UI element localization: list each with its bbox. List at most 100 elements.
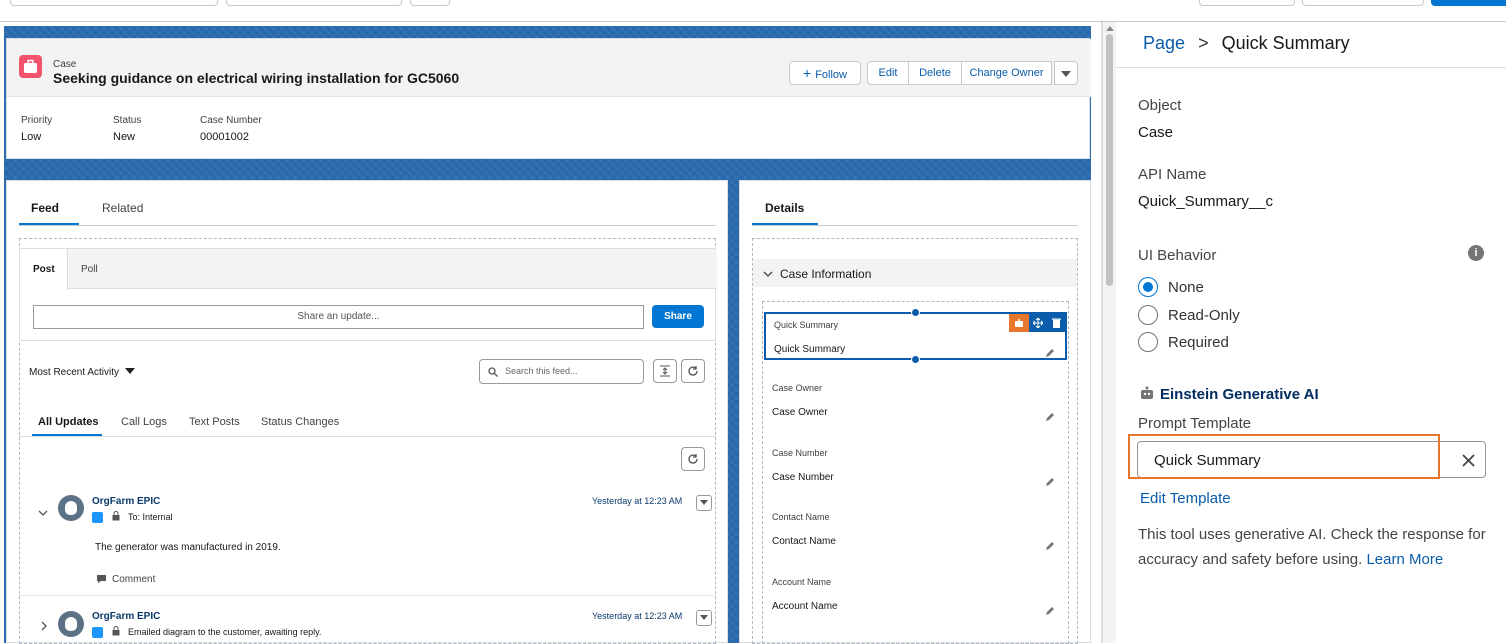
feed-body: The generator was manufactured in 2019. bbox=[95, 542, 281, 553]
share-button[interactable]: Share bbox=[652, 305, 704, 328]
feed-audience: Emailed diagram to the customer, awaitin… bbox=[128, 627, 322, 637]
breadcrumb-current: Quick Summary bbox=[1221, 33, 1350, 53]
status-label: Status bbox=[113, 115, 142, 126]
radio-read-only-label: Read-Only bbox=[1168, 307, 1240, 324]
record-title: Seeking guidance on electrical wiring in… bbox=[53, 70, 460, 86]
field-value: Case Owner bbox=[772, 407, 828, 418]
tab-post[interactable]: Post bbox=[33, 264, 55, 275]
resize-handle-top[interactable] bbox=[911, 308, 920, 317]
ai-disclaimer: This tool uses generative AI. Check the … bbox=[1138, 523, 1488, 572]
change-owner-button[interactable]: Change Owner bbox=[961, 61, 1052, 85]
comment-button[interactable]: Comment bbox=[112, 574, 155, 585]
builder-toolbar bbox=[0, 0, 1506, 22]
selected-field-quick-summary[interactable]: Quick Summary Quick Summary bbox=[764, 312, 1067, 360]
edit-template-link[interactable]: Edit Template bbox=[1140, 490, 1231, 507]
follow-button[interactable]: + Follow bbox=[789, 61, 861, 85]
save-button[interactable] bbox=[1431, 0, 1506, 6]
filter-status-changes[interactable]: Status Changes bbox=[261, 416, 339, 428]
field-label: Contact Name bbox=[772, 512, 830, 522]
case-number-value: 00001002 bbox=[200, 131, 249, 143]
tab-divider bbox=[19, 225, 716, 226]
radio-none[interactable] bbox=[1138, 277, 1158, 297]
feed-author[interactable]: OrgFarm EPIC bbox=[92, 496, 160, 507]
field-actions bbox=[1029, 314, 1067, 332]
feed-timestamp[interactable]: Yesterday at 12:23 AM bbox=[592, 496, 682, 506]
details-card: Details Case Information Quick Summary Q… bbox=[739, 180, 1091, 644]
toolbar-dropdown[interactable] bbox=[10, 0, 218, 6]
avatar[interactable] bbox=[58, 611, 84, 637]
case-icon bbox=[19, 55, 42, 78]
einstein-icon[interactable] bbox=[1009, 314, 1029, 332]
tab-divider bbox=[752, 225, 1078, 226]
delete-button[interactable]: Delete bbox=[908, 61, 962, 85]
share-update-input[interactable]: Share an update... bbox=[33, 305, 644, 329]
scroll-up-icon[interactable] bbox=[1106, 26, 1114, 31]
feed-search-input[interactable]: Search this feed... bbox=[479, 359, 644, 384]
chevron-down-icon bbox=[763, 271, 773, 277]
search-icon bbox=[488, 367, 498, 377]
collapse-icon bbox=[660, 365, 670, 377]
filter-button[interactable] bbox=[653, 359, 677, 383]
radio-required-label: Required bbox=[1168, 334, 1229, 351]
feed-timestamp[interactable]: Yesterday at 12:23 AM bbox=[592, 611, 682, 621]
tab-related[interactable]: Related bbox=[102, 201, 143, 215]
feed-audience: To: Internal bbox=[128, 512, 173, 522]
chevron-down-icon bbox=[38, 510, 48, 516]
refresh-button[interactable] bbox=[681, 359, 705, 383]
feed-item: OrgFarm EPIC To: Internal Yesterday at 1… bbox=[19, 481, 716, 596]
canvas-scrollbar[interactable] bbox=[1102, 22, 1116, 643]
tab-poll[interactable]: Poll bbox=[81, 264, 98, 275]
record-header[interactable]: Case Seeking guidance on electrical wiri… bbox=[6, 38, 1091, 159]
field-value: Account Name bbox=[772, 601, 838, 612]
object-label: Case bbox=[53, 59, 77, 70]
ui-behavior-label: UI Behavior bbox=[1138, 247, 1217, 264]
toolbar-button[interactable] bbox=[410, 0, 450, 6]
priority-label: Priority bbox=[21, 115, 53, 126]
more-actions-button[interactable] bbox=[1054, 61, 1078, 85]
refresh-icon bbox=[688, 454, 698, 464]
info-icon[interactable]: i bbox=[1468, 245, 1484, 261]
avatar[interactable] bbox=[58, 495, 84, 521]
refresh-icon bbox=[688, 366, 698, 376]
radio-required[interactable] bbox=[1138, 332, 1158, 352]
edit-button[interactable]: Edit bbox=[867, 61, 909, 85]
status-value: New bbox=[113, 131, 136, 143]
record-header-bar: Case Seeking guidance on electrical wiri… bbox=[7, 39, 1091, 97]
field-label: Account Name bbox=[772, 577, 832, 587]
tab-details[interactable]: Details bbox=[765, 201, 804, 215]
search-placeholder: Search this feed... bbox=[505, 366, 578, 376]
chevron-right-icon bbox=[41, 621, 47, 631]
radio-read-only[interactable] bbox=[1138, 305, 1158, 325]
highlight-box bbox=[1128, 434, 1440, 479]
sort-dropdown[interactable]: Most Recent Activity bbox=[29, 367, 136, 378]
toolbar-button-right-2[interactable] bbox=[1302, 0, 1424, 6]
filter-text-posts[interactable]: Text Posts bbox=[189, 416, 240, 428]
tab-feed[interactable]: Feed bbox=[31, 201, 59, 215]
chevron-down-icon bbox=[700, 615, 708, 620]
scroll-thumb[interactable] bbox=[1106, 34, 1113, 286]
lock-icon bbox=[112, 511, 120, 521]
internal-icon bbox=[92, 627, 103, 638]
feed-refresh-button[interactable] bbox=[681, 447, 705, 471]
api-name-label: API Name bbox=[1138, 166, 1207, 183]
breadcrumb-page[interactable]: Page bbox=[1143, 33, 1185, 53]
chevron-down-icon bbox=[700, 500, 708, 505]
pencil-icon bbox=[1046, 413, 1054, 421]
learn-more-link[interactable]: Learn More bbox=[1366, 551, 1443, 568]
caret-down-icon bbox=[125, 368, 136, 374]
field-label: Case Number bbox=[772, 448, 828, 458]
toolbar-button-right[interactable] bbox=[1199, 0, 1295, 6]
feed-item-menu[interactable] bbox=[696, 610, 712, 626]
toolbar-dropdown-2[interactable] bbox=[226, 0, 402, 6]
follow-label: Follow bbox=[815, 69, 847, 81]
feed-item-menu[interactable] bbox=[696, 495, 712, 511]
publisher-tabs bbox=[20, 249, 717, 289]
filter-call-logs[interactable]: Call Logs bbox=[121, 416, 167, 428]
filter-all-updates[interactable]: All Updates bbox=[38, 416, 99, 428]
field-label: Quick Summary bbox=[774, 320, 839, 330]
move-icon bbox=[1033, 318, 1043, 328]
resize-handle-bottom[interactable] bbox=[911, 355, 920, 364]
section-title: Case Information bbox=[780, 267, 872, 281]
section-header[interactable]: Case Information bbox=[753, 259, 1077, 287]
feed-author[interactable]: OrgFarm EPIC bbox=[92, 611, 160, 622]
